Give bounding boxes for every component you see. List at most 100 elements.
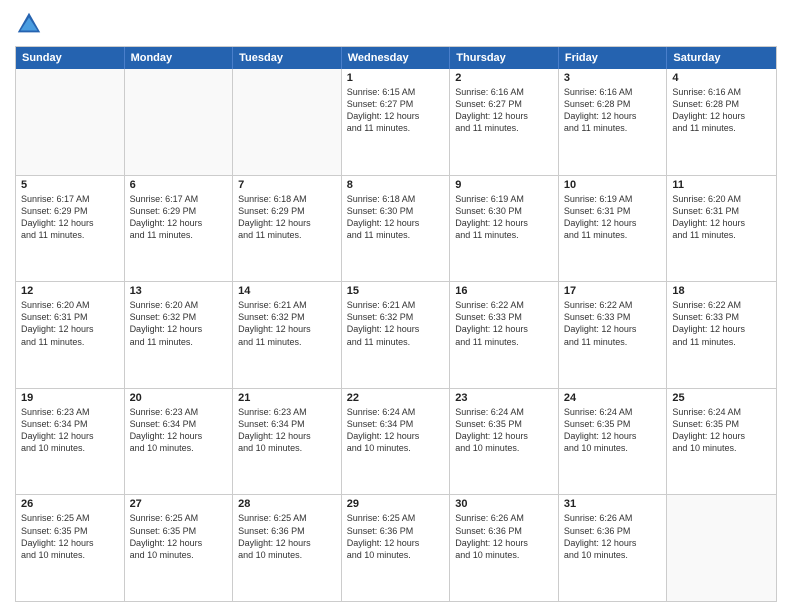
day-cell-6: 6 Sunrise: 6:17 AM Sunset: 6:29 PM Daylig… bbox=[125, 176, 234, 282]
calendar-body: 1Sunrise: 6:15 AM Sunset: 6:27 PM Daylig… bbox=[16, 69, 776, 601]
cell-info: Sunrise: 6:18 AM Sunset: 6:29 PM Dayligh… bbox=[238, 193, 336, 242]
day-number: 3 bbox=[564, 72, 662, 84]
day-number: 30 bbox=[455, 498, 553, 510]
cell-info: Sunrise: 6:19 AM Sunset: 6:30 PM Dayligh… bbox=[455, 193, 553, 242]
cell-info: Sunrise: 6:25 AM Sunset: 6:36 PM Dayligh… bbox=[347, 512, 445, 561]
day-cell-13: 13 Sunrise: 6:20 AM Sunset: 6:32 PM Dayli… bbox=[125, 282, 234, 388]
day-cell-18: 18 Sunrise: 6:22 AM Sunset: 6:33 PM Dayli… bbox=[667, 282, 776, 388]
cell-info: Sunrise: 6:25 AM Sunset: 6:35 PM Dayligh… bbox=[21, 512, 119, 561]
day-number: 10 bbox=[564, 179, 662, 191]
day-cell-1: 1Sunrise: 6:15 AM Sunset: 6:27 PM Daylig… bbox=[342, 69, 451, 175]
cell-info: Sunrise: 6:24 AM Sunset: 6:35 PM Dayligh… bbox=[564, 406, 662, 455]
header-day-monday: Monday bbox=[125, 47, 234, 69]
day-cell-16: 16 Sunrise: 6:22 AM Sunset: 6:33 PM Dayli… bbox=[450, 282, 559, 388]
day-cell-10: 10 Sunrise: 6:19 AM Sunset: 6:31 PM Dayli… bbox=[559, 176, 668, 282]
day-number: 23 bbox=[455, 392, 553, 404]
day-cell-20: 20 Sunrise: 6:23 AM Sunset: 6:34 PM Dayli… bbox=[125, 389, 234, 495]
cell-info: Sunrise: 6:22 AM Sunset: 6:33 PM Dayligh… bbox=[564, 299, 662, 348]
week-row-4: 19Sunrise: 6:23 AM Sunset: 6:34 PM Dayli… bbox=[16, 389, 776, 496]
day-number: 22 bbox=[347, 392, 445, 404]
header-day-thursday: Thursday bbox=[450, 47, 559, 69]
day-cell-7: 7 Sunrise: 6:18 AM Sunset: 6:29 PM Daylig… bbox=[233, 176, 342, 282]
day-number: 21 bbox=[238, 392, 336, 404]
cell-info: Sunrise: 6:22 AM Sunset: 6:33 PM Dayligh… bbox=[672, 299, 771, 348]
week-row-2: 5 Sunrise: 6:17 AM Sunset: 6:29 PM Daylig… bbox=[16, 176, 776, 283]
cell-info: Sunrise: 6:23 AM Sunset: 6:34 PM Dayligh… bbox=[21, 406, 119, 455]
logo-icon bbox=[15, 10, 43, 38]
day-number: 8 bbox=[347, 179, 445, 191]
day-number: 31 bbox=[564, 498, 662, 510]
day-number: 27 bbox=[130, 498, 228, 510]
day-cell-12: 12 Sunrise: 6:20 AM Sunset: 6:31 PM Dayli… bbox=[16, 282, 125, 388]
cell-info: Sunrise: 6:20 AM Sunset: 6:31 PM Dayligh… bbox=[21, 299, 119, 348]
day-cell-3: 3 Sunrise: 6:16 AM Sunset: 6:28 PM Daylig… bbox=[559, 69, 668, 175]
cell-info: Sunrise: 6:16 AM Sunset: 6:28 PM Dayligh… bbox=[564, 86, 662, 135]
header-day-friday: Friday bbox=[559, 47, 668, 69]
day-cell-24: 24 Sunrise: 6:24 AM Sunset: 6:35 PM Dayli… bbox=[559, 389, 668, 495]
cell-info: Sunrise: 6:16 AM Sunset: 6:27 PM Dayligh… bbox=[455, 86, 553, 135]
cell-info: Sunrise: 6:26 AM Sunset: 6:36 PM Dayligh… bbox=[564, 512, 662, 561]
day-number: 2 bbox=[455, 72, 553, 84]
day-number: 17 bbox=[564, 285, 662, 297]
cell-info: Sunrise: 6:17 AM Sunset: 6:29 PM Dayligh… bbox=[21, 193, 119, 242]
cell-info: Sunrise: 6:20 AM Sunset: 6:32 PM Dayligh… bbox=[130, 299, 228, 348]
cell-info: Sunrise: 6:24 AM Sunset: 6:35 PM Dayligh… bbox=[455, 406, 553, 455]
day-number: 13 bbox=[130, 285, 228, 297]
day-cell-11: 11 Sunrise: 6:20 AM Sunset: 6:31 PM Dayli… bbox=[667, 176, 776, 282]
cell-info: Sunrise: 6:17 AM Sunset: 6:29 PM Dayligh… bbox=[130, 193, 228, 242]
cell-info: Sunrise: 6:25 AM Sunset: 6:36 PM Dayligh… bbox=[238, 512, 336, 561]
cell-info: Sunrise: 6:24 AM Sunset: 6:35 PM Dayligh… bbox=[672, 406, 771, 455]
day-cell-21: 21 Sunrise: 6:23 AM Sunset: 6:34 PM Dayli… bbox=[233, 389, 342, 495]
day-cell-22: 22 Sunrise: 6:24 AM Sunset: 6:34 PM Dayli… bbox=[342, 389, 451, 495]
empty-cell bbox=[125, 69, 234, 175]
day-number: 12 bbox=[21, 285, 119, 297]
day-cell-29: 29 Sunrise: 6:25 AM Sunset: 6:36 PM Dayli… bbox=[342, 495, 451, 601]
empty-cell bbox=[16, 69, 125, 175]
day-number: 6 bbox=[130, 179, 228, 191]
day-number: 16 bbox=[455, 285, 553, 297]
logo bbox=[15, 10, 47, 38]
cell-info: Sunrise: 6:21 AM Sunset: 6:32 PM Dayligh… bbox=[238, 299, 336, 348]
header-day-saturday: Saturday bbox=[667, 47, 776, 69]
calendar: SundayMondayTuesdayWednesdayThursdayFrid… bbox=[15, 46, 777, 602]
day-cell-23: 23 Sunrise: 6:24 AM Sunset: 6:35 PM Dayli… bbox=[450, 389, 559, 495]
day-cell-8: 8 Sunrise: 6:18 AM Sunset: 6:30 PM Daylig… bbox=[342, 176, 451, 282]
cell-info: Sunrise: 6:19 AM Sunset: 6:31 PM Dayligh… bbox=[564, 193, 662, 242]
empty-cell bbox=[233, 69, 342, 175]
page: SundayMondayTuesdayWednesdayThursdayFrid… bbox=[0, 0, 792, 612]
day-number: 5 bbox=[21, 179, 119, 191]
day-number: 28 bbox=[238, 498, 336, 510]
week-row-3: 12 Sunrise: 6:20 AM Sunset: 6:31 PM Dayli… bbox=[16, 282, 776, 389]
day-cell-26: 26 Sunrise: 6:25 AM Sunset: 6:35 PM Dayli… bbox=[16, 495, 125, 601]
cell-info: Sunrise: 6:16 AM Sunset: 6:28 PM Dayligh… bbox=[672, 86, 771, 135]
day-number: 25 bbox=[672, 392, 771, 404]
day-cell-4: 4 Sunrise: 6:16 AM Sunset: 6:28 PM Daylig… bbox=[667, 69, 776, 175]
day-cell-30: 30 Sunrise: 6:26 AM Sunset: 6:36 PM Dayli… bbox=[450, 495, 559, 601]
day-number: 20 bbox=[130, 392, 228, 404]
cell-info: Sunrise: 6:20 AM Sunset: 6:31 PM Dayligh… bbox=[672, 193, 771, 242]
day-number: 29 bbox=[347, 498, 445, 510]
calendar-header: SundayMondayTuesdayWednesdayThursdayFrid… bbox=[16, 47, 776, 69]
cell-info: Sunrise: 6:26 AM Sunset: 6:36 PM Dayligh… bbox=[455, 512, 553, 561]
day-number: 7 bbox=[238, 179, 336, 191]
header-day-sunday: Sunday bbox=[16, 47, 125, 69]
cell-info: Sunrise: 6:18 AM Sunset: 6:30 PM Dayligh… bbox=[347, 193, 445, 242]
week-row-5: 26 Sunrise: 6:25 AM Sunset: 6:35 PM Dayli… bbox=[16, 495, 776, 601]
cell-info: Sunrise: 6:23 AM Sunset: 6:34 PM Dayligh… bbox=[130, 406, 228, 455]
cell-info: Sunrise: 6:22 AM Sunset: 6:33 PM Dayligh… bbox=[455, 299, 553, 348]
day-cell-14: 14Sunrise: 6:21 AM Sunset: 6:32 PM Dayli… bbox=[233, 282, 342, 388]
header-day-tuesday: Tuesday bbox=[233, 47, 342, 69]
day-cell-5: 5 Sunrise: 6:17 AM Sunset: 6:29 PM Daylig… bbox=[16, 176, 125, 282]
day-cell-15: 15Sunrise: 6:21 AM Sunset: 6:32 PM Dayli… bbox=[342, 282, 451, 388]
cell-info: Sunrise: 6:25 AM Sunset: 6:35 PM Dayligh… bbox=[130, 512, 228, 561]
day-number: 9 bbox=[455, 179, 553, 191]
day-number: 18 bbox=[672, 285, 771, 297]
day-cell-17: 17 Sunrise: 6:22 AM Sunset: 6:33 PM Dayli… bbox=[559, 282, 668, 388]
day-number: 26 bbox=[21, 498, 119, 510]
day-number: 4 bbox=[672, 72, 771, 84]
cell-info: Sunrise: 6:23 AM Sunset: 6:34 PM Dayligh… bbox=[238, 406, 336, 455]
cell-info: Sunrise: 6:21 AM Sunset: 6:32 PM Dayligh… bbox=[347, 299, 445, 348]
day-number: 11 bbox=[672, 179, 771, 191]
day-number: 24 bbox=[564, 392, 662, 404]
cell-info: Sunrise: 6:24 AM Sunset: 6:34 PM Dayligh… bbox=[347, 406, 445, 455]
